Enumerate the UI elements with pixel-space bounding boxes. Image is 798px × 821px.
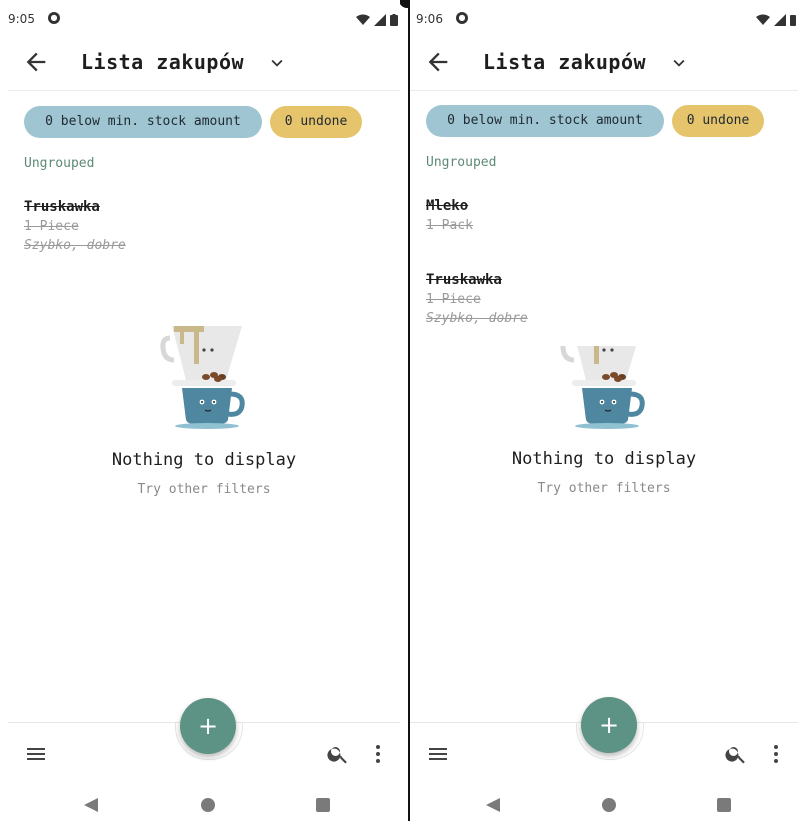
system-icons xyxy=(356,12,398,26)
group-label: Ungrouped xyxy=(426,155,497,170)
app-bar: Lista zakupów xyxy=(410,34,798,90)
undone-chip[interactable]: 0 undone xyxy=(270,106,362,138)
item-name: Truskawka xyxy=(24,199,100,215)
item-name: Truskawka xyxy=(426,272,502,288)
arrow-left-icon[interactable] xyxy=(424,48,452,76)
add-item-button[interactable]: + xyxy=(581,697,637,753)
system-nav-bar xyxy=(8,790,400,821)
list-item[interactable]: Truskawka 1 Piece Szybko, dobre xyxy=(24,199,126,253)
status-time: 9:05 xyxy=(8,12,35,26)
item-amount: 1 Piece xyxy=(426,292,481,307)
empty-state-illustration-clip xyxy=(560,346,650,430)
dnd-icon: ● xyxy=(456,12,468,24)
nav-back-icon[interactable] xyxy=(486,798,500,812)
add-item-button[interactable]: + xyxy=(180,698,236,754)
empty-state-title: Nothing to display xyxy=(111,450,297,470)
system-nav-bar xyxy=(410,790,798,821)
status-bar: 9:06 ● xyxy=(410,8,798,32)
wifi-icon xyxy=(756,14,771,25)
system-icons xyxy=(756,12,796,26)
group-label: Ungrouped xyxy=(24,156,95,171)
page-title[interactable]: Lista zakupów xyxy=(483,50,646,74)
nav-home-icon[interactable] xyxy=(602,798,616,812)
battery-icon xyxy=(790,14,796,26)
more-vertical-icon[interactable] xyxy=(764,742,788,766)
signal-icon xyxy=(374,13,387,26)
nav-back-icon[interactable] xyxy=(84,798,98,812)
item-amount: 1 Piece xyxy=(24,219,79,234)
search-icon[interactable] xyxy=(326,742,350,766)
item-name: Mleko xyxy=(426,198,469,214)
list-item[interactable]: Mleko 1 Pack xyxy=(426,198,473,233)
page-title[interactable]: Lista zakupów xyxy=(81,50,244,74)
hamburger-menu-icon[interactable] xyxy=(426,742,450,766)
app-bar-divider xyxy=(8,90,400,91)
wifi-icon xyxy=(356,14,371,25)
chevron-down-icon[interactable] xyxy=(668,52,690,74)
empty-state-illustration xyxy=(160,326,245,429)
empty-state-subtitle: Try other filters xyxy=(537,481,671,496)
dnd-icon: ● xyxy=(48,12,60,24)
battery-icon xyxy=(390,13,398,26)
hamburger-menu-icon[interactable] xyxy=(24,742,48,766)
empty-state-title: Nothing to display xyxy=(511,449,697,469)
list-item[interactable]: Truskawka 1 Piece Szybko, dobre xyxy=(426,272,528,326)
empty-state-subtitle: Try other filters xyxy=(137,482,271,497)
nav-recents-icon[interactable] xyxy=(316,798,330,812)
more-vertical-icon[interactable] xyxy=(366,742,390,766)
chevron-down-icon[interactable] xyxy=(266,52,288,74)
screen-right: 9:06 ● Lista zakupów 0 below min. stock … xyxy=(410,0,798,821)
below-min-stock-chip[interactable]: 0 below min. stock amount xyxy=(24,106,262,138)
item-note: Szybko, dobre xyxy=(24,238,126,253)
item-note: Szybko, dobre xyxy=(426,311,528,326)
app-bar-divider xyxy=(410,90,798,91)
undone-chip[interactable]: 0 undone xyxy=(672,105,764,137)
item-amount: 1 Pack xyxy=(426,218,473,233)
screen-left: 9:05 ● Lista zakupów 0 below min. stock … xyxy=(8,0,400,821)
status-time: 9:06 xyxy=(416,12,443,26)
nav-home-icon[interactable] xyxy=(201,798,215,812)
signal-icon xyxy=(774,13,787,26)
below-min-stock-chip[interactable]: 0 below min. stock amount xyxy=(426,105,664,137)
nav-recents-icon[interactable] xyxy=(717,798,731,812)
arrow-left-icon[interactable] xyxy=(22,48,50,76)
empty-state-illustration xyxy=(560,346,645,429)
search-icon[interactable] xyxy=(724,742,748,766)
status-bar: 9:05 ● xyxy=(8,8,400,32)
app-bar: Lista zakupów xyxy=(8,34,400,90)
